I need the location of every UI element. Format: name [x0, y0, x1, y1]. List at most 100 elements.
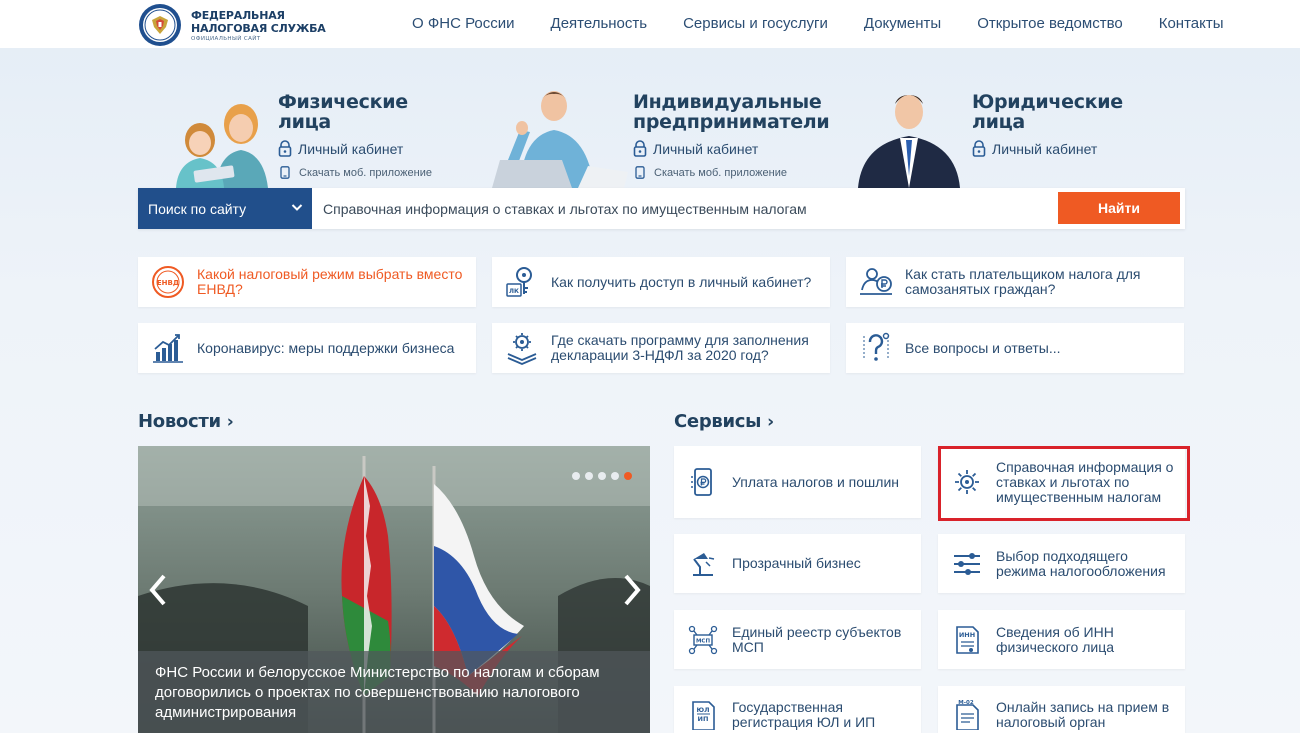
quick-link-line1: Как получить доступ в личный кабинет?	[551, 273, 812, 290]
hero-sub-label: Скачать моб. приложение	[299, 166, 432, 179]
service-line1: Онлайн запись на прием в	[996, 699, 1170, 715]
ul-badge-text: ЮЛ	[696, 706, 709, 714]
ip-badge-text: ИП	[698, 715, 709, 723]
site-header: ФЕДЕРАЛЬНАЯ НАЛОГОВАЯ СЛУЖБА ОФИЦИАЛЬНЫЙ…	[0, 0, 1300, 48]
quick-link-line2: ЕНВД?	[197, 281, 243, 297]
news-section-title[interactable]: Новости ›	[138, 411, 234, 432]
slider-dot-5[interactable]	[624, 472, 632, 480]
quick-link-line1: Коронавирус: меры поддержки бизнеса	[197, 339, 455, 356]
quick-link-label: Все вопросы и ответы...	[905, 339, 1061, 356]
slider-prev-arrow-icon[interactable]	[146, 572, 170, 608]
nav-contacts[interactable]: Контакты	[1141, 0, 1242, 48]
quick-link-label: Как стать плательщиком налога для самоза…	[905, 267, 1141, 297]
quick-link-coronavirus[interactable]: Коронавирус: меры поддержки бизнеса	[138, 323, 476, 373]
quick-link-cabinet-access[interactable]: ЛК Как получить доступ в личный кабинет?	[492, 257, 830, 307]
service-inn-info[interactable]: ИНН Сведения об ИНН физического лица	[938, 610, 1185, 669]
services-section-title[interactable]: Сервисы ›	[674, 411, 774, 432]
service-line2: физического лица	[996, 638, 1114, 655]
hero-link-cabinet-individuals[interactable]: Личный кабинет	[278, 140, 403, 157]
service-tax-regime-choice[interactable]: Выбор подходящего режима налогообложения	[938, 534, 1185, 593]
hero-app-download-entrepreneurs[interactable]: Скачать моб. приложение	[635, 166, 787, 179]
search-button[interactable]: Найти	[1058, 192, 1180, 224]
service-property-tax-reference[interactable]: Справочная информация о ставках и льгота…	[938, 446, 1185, 518]
key-lk-icon: ЛК	[506, 267, 532, 297]
quick-link-envd[interactable]: ЕНВД Какой налоговый режим выбрать вмест…	[138, 257, 476, 307]
news-slider[interactable]: ФНС России и белорусское Министерство по…	[138, 446, 650, 733]
appointment-icon: М-02	[956, 700, 979, 730]
growth-chart-icon	[153, 334, 183, 363]
service-online-appointment[interactable]: М-02 Онлайн запись на прием в налоговый …	[938, 686, 1185, 733]
slider-dot-2[interactable]	[585, 472, 593, 480]
mother-daughter-photo	[176, 104, 268, 188]
service-label: Онлайн запись на прием в налоговый орган	[996, 700, 1169, 730]
chevron-down-icon	[291, 204, 303, 211]
quick-link-label: Какой налоговый режим выбрать вместо ЕНВ…	[197, 267, 462, 297]
service-line2: МСП	[732, 638, 764, 655]
service-label: Уплата налогов и пошлин	[732, 474, 899, 490]
slider-dot-3[interactable]	[598, 472, 606, 480]
service-state-registration[interactable]: ЮЛ ИП Государственная регистрация ЮЛ и И…	[674, 686, 921, 733]
fns-logo[interactable]: ФЕДЕРАЛЬНАЯ НАЛОГОВАЯ СЛУЖБА ОФИЦИАЛЬНЫЙ…	[138, 3, 326, 47]
service-transparent-business[interactable]: Прозрачный бизнес	[674, 534, 921, 593]
nav-activity[interactable]: Деятельность	[533, 0, 666, 48]
hero-individuals: Физические лица Личный кабинет Скачать м…	[138, 84, 478, 188]
businessman-photo	[858, 95, 960, 188]
service-line1: Прозрачный бизнес	[732, 555, 861, 571]
quick-link-all-faq[interactable]: Все вопросы и ответы...	[846, 323, 1184, 373]
search-scope-select[interactable]: Поиск по сайту	[138, 188, 312, 229]
lamp-icon	[693, 552, 715, 576]
msp-registry-icon: МСП	[688, 625, 718, 654]
chevron-right-icon: ›	[226, 412, 234, 432]
hero-app-download-individuals[interactable]: Скачать моб. приложение	[280, 166, 432, 179]
nav-about[interactable]: О ФНС России	[394, 0, 533, 48]
hero-link-cabinet-entrepreneurs[interactable]: Личный кабинет	[633, 140, 758, 157]
service-label: Государственная регистрация ЮЛ и ИП	[732, 700, 875, 730]
hero-title-line2: лица	[972, 111, 1025, 133]
service-tax-payment[interactable]: Уплата налогов и пошлин	[674, 446, 921, 518]
service-msp-registry[interactable]: МСП Единый реестр субъектов МСП	[674, 610, 921, 669]
slider-dot-4[interactable]	[611, 472, 619, 480]
quick-link-line2: самозанятых граждан?	[905, 281, 1056, 297]
hero-title-line1: Юридические	[972, 91, 1123, 113]
service-label: Выбор подходящего режима налогообложения	[996, 548, 1166, 579]
lock-icon	[278, 140, 292, 157]
fns-emblem-icon	[139, 4, 181, 46]
registration-icon: ЮЛ ИП	[692, 701, 715, 730]
msp-badge-text: МСП	[696, 638, 711, 644]
service-label: Сведения об ИНН физического лица	[996, 623, 1114, 655]
quick-link-line1: Все вопросы и ответы...	[905, 339, 1061, 356]
site-search: Поиск по сайту Найти	[138, 188, 1185, 229]
hero-title-entrepreneurs[interactable]: Индивидуальные предприниматели	[633, 92, 830, 132]
quick-link-3ndfl-program[interactable]: Где скачать программу для заполнения дек…	[492, 323, 830, 373]
service-line2: налоговый орган	[996, 714, 1106, 730]
search-input[interactable]	[312, 188, 1052, 229]
quick-link-label: Как получить доступ в личный кабинет?	[551, 273, 812, 290]
service-line3: имущественным налогам	[996, 488, 1162, 505]
hero-title-line2: лица	[278, 111, 331, 133]
self-employed-icon	[860, 268, 892, 295]
hero-sub-label: Скачать моб. приложение	[654, 166, 787, 179]
service-line1: Справочная информация о	[996, 458, 1174, 475]
mobile-icon	[280, 166, 290, 179]
quick-link-line1: Какой налоговый режим выбрать вместо	[197, 266, 463, 282]
lk-badge-text: ЛК	[509, 288, 519, 295]
nav-open-agency[interactable]: Открытое ведомство	[959, 0, 1141, 48]
quick-link-line1: Как стать плательщиком налога для	[905, 266, 1141, 282]
hero-link-cabinet-legal[interactable]: Личный кабинет	[972, 140, 1097, 157]
quick-link-line1: Где скачать программу для заполнения	[551, 332, 809, 348]
hero-title-legal[interactable]: Юридические лица	[972, 92, 1123, 132]
logo-text: ФЕДЕРАЛЬНАЯ НАЛОГОВАЯ СЛУЖБА ОФИЦИАЛЬНЫЙ…	[191, 9, 326, 42]
service-line1: Сведения об ИНН	[996, 623, 1114, 640]
envd-icon: ЕНВД	[152, 266, 184, 298]
logo-title-2: НАЛОГОВАЯ СЛУЖБА	[191, 21, 326, 35]
hero-title-individuals[interactable]: Физические лица	[278, 92, 408, 132]
slider-next-arrow-icon[interactable]	[620, 572, 644, 608]
nav-services[interactable]: Сервисы и госуслуги	[665, 0, 846, 48]
slider-dot-1[interactable]	[572, 472, 580, 480]
m02-badge-text: М-02	[958, 700, 974, 706]
service-line2: регистрация ЮЛ и ИП	[732, 714, 876, 730]
news-caption-box[interactable]: ФНС России и белорусское Министерство по…	[138, 651, 650, 733]
quick-link-self-employed[interactable]: Как стать плательщиком налога для самоза…	[846, 257, 1184, 307]
nav-documents[interactable]: Документы	[846, 0, 959, 48]
services-title-text: Сервисы	[674, 411, 762, 432]
